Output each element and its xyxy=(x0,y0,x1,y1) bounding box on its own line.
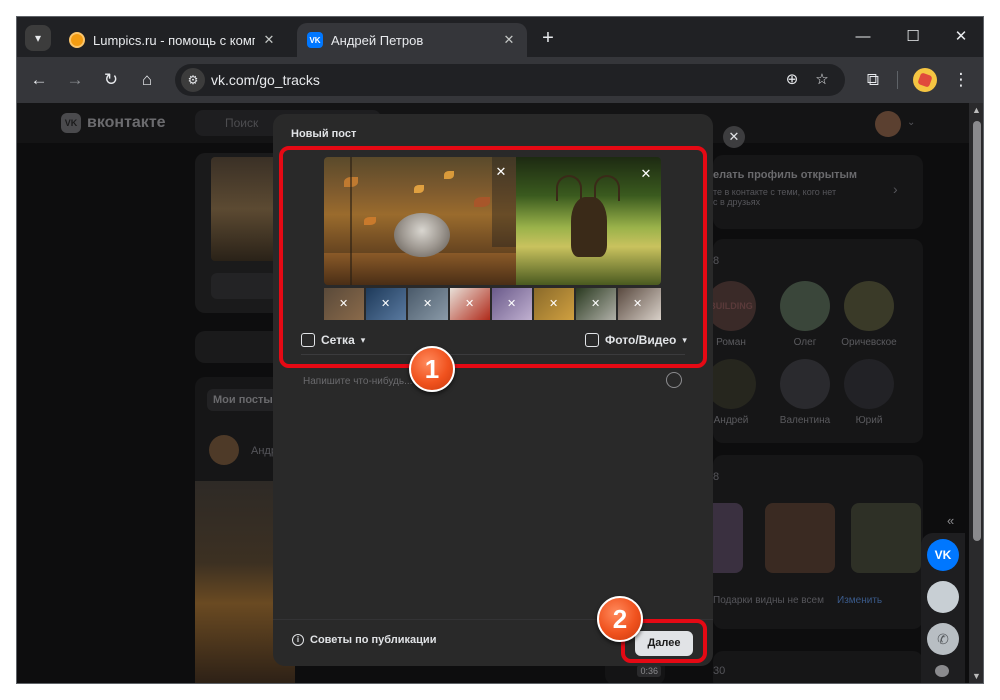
minimize-button[interactable]: — xyxy=(849,25,877,49)
chat-bubble-icon[interactable] xyxy=(935,665,949,677)
tab-search-button[interactable]: ▾ xyxy=(25,25,51,51)
url-text: vk.com/go_tracks xyxy=(211,72,320,88)
profile-action-button[interactable] xyxy=(211,273,277,299)
maximize-button[interactable]: ☐ xyxy=(899,25,927,49)
post-author-avatar[interactable] xyxy=(209,435,239,465)
profile-open-subtitle: те в контакте с теми, кого нет с в друзь… xyxy=(713,187,837,207)
emoji-icon[interactable] xyxy=(666,372,682,388)
profile-photo[interactable] xyxy=(211,157,277,261)
modal-title: Новый пост xyxy=(291,128,357,140)
gifts-count: 8 xyxy=(713,471,720,483)
close-modal-icon[interactable]: ✕ xyxy=(723,126,745,148)
gifts-note: Подарки видны не всем xyxy=(713,595,824,606)
friend-valentina[interactable]: Валентина xyxy=(775,359,835,426)
forward-button[interactable]: → xyxy=(63,68,87,92)
vk-messenger-icon[interactable]: VK xyxy=(927,539,959,571)
step-badge-1: 1 xyxy=(409,346,455,392)
videos-card: 30 xyxy=(713,651,923,683)
friend-name: Юрий xyxy=(855,415,883,426)
chevron-down-icon: ▾ xyxy=(34,31,42,45)
gifts-card: 8 Подарки видны не всем Изменить xyxy=(703,455,923,629)
tab-lumpics[interactable]: Lumpics.ru - помощь с компьютером ✕ xyxy=(59,23,287,57)
friend-avatar xyxy=(780,359,830,409)
back-button[interactable]: ← xyxy=(27,68,51,92)
friend-name: Оричевское xyxy=(841,337,897,348)
friend-avatar xyxy=(780,281,830,331)
zoom-icon[interactable]: ⊕ xyxy=(781,69,803,91)
reload-button[interactable]: ↻ xyxy=(99,68,123,92)
header-avatar[interactable] xyxy=(875,111,901,137)
friend-orichevskoe[interactable]: Оричевское xyxy=(839,281,899,348)
profile-open-card[interactable]: елать профиль открытым те в контакте с т… xyxy=(713,155,923,229)
friends-card: 8 BUILDING Роман Олег Оричевское Андрей … xyxy=(706,239,923,443)
scroll-thumb[interactable] xyxy=(973,121,981,541)
step-badge-2: 2 xyxy=(597,596,643,642)
gift-item[interactable] xyxy=(851,503,921,573)
phone-icon[interactable]: ✆ xyxy=(927,623,959,655)
tab-title: Андрей Петров xyxy=(331,32,424,48)
chevron-right-icon: › xyxy=(893,181,898,197)
tab-vk-profile[interactable]: VK Андрей Петров ✕ xyxy=(297,23,527,57)
friend-avatar xyxy=(844,359,894,409)
friend-oleg[interactable]: Олег xyxy=(775,281,835,348)
friend-avatar xyxy=(844,281,894,331)
close-icon[interactable]: ✕ xyxy=(501,32,517,48)
window-close-button[interactable]: ✕ xyxy=(947,25,975,49)
my-posts-tab[interactable]: Мои посты xyxy=(207,389,279,411)
highlight-photos-area xyxy=(279,146,707,368)
scroll-up-arrow[interactable]: ▲ xyxy=(972,105,981,115)
menu-kebab-icon[interactable]: ⋮ xyxy=(949,68,973,92)
browser-window: ▾ Lumpics.ru - помощь с компьютером ✕ VK… xyxy=(16,16,984,684)
vk-logo-text: вконтакте xyxy=(87,114,166,131)
browser-toolbar: ← → ↻ ⌂ ⚙ vk.com/go_tracks ⊕ ☆ ⧉ ⋮ xyxy=(17,57,983,103)
bookmark-star-icon[interactable]: ☆ xyxy=(811,69,833,91)
messenger-side-panel: VK ✆ xyxy=(921,533,965,683)
vk-logo-icon: VK xyxy=(61,113,81,133)
page-scrollbar[interactable]: ▲ ▼ xyxy=(969,103,983,683)
address-bar[interactable]: ⚙ vk.com/go_tracks ⊕ ☆ xyxy=(175,64,845,96)
extensions-icon[interactable]: ⧉ xyxy=(861,68,885,92)
profile-open-title: елать профиль открытым xyxy=(713,169,858,181)
browser-profile-avatar[interactable] xyxy=(913,68,937,92)
info-icon: i xyxy=(292,634,304,646)
friend-name: Олег xyxy=(793,337,817,348)
tab-strip: ▾ Lumpics.ru - помощь с компьютером ✕ VK… xyxy=(17,17,983,57)
publication-tips-link[interactable]: i Советы по публикации xyxy=(292,634,436,646)
videos-count: 30 xyxy=(713,665,726,677)
new-tab-button[interactable]: + xyxy=(537,27,559,49)
vk-logo[interactable]: VK вконтакте xyxy=(61,113,166,133)
collapse-icon[interactable]: « xyxy=(947,513,954,528)
tab-title: Lumpics.ru - помощь с компьютером xyxy=(93,32,255,48)
friend-avatar xyxy=(706,359,756,409)
chevron-down-icon[interactable]: ⌄ xyxy=(907,117,915,128)
next-button[interactable]: Далее xyxy=(635,631,693,656)
toolbar-divider xyxy=(897,71,898,89)
close-icon[interactable]: ✕ xyxy=(261,32,277,48)
lumpics-favicon-icon xyxy=(69,32,85,48)
friends-count: 8 xyxy=(713,255,720,267)
chat-avatar[interactable] xyxy=(927,581,959,613)
friend-name: Валентина xyxy=(779,415,831,426)
friend-yuri[interactable]: Юрий xyxy=(839,359,899,426)
gifts-change-link[interactable]: Изменить xyxy=(837,595,882,606)
home-button[interactable]: ⌂ xyxy=(135,68,159,92)
tips-label: Советы по публикации xyxy=(310,634,437,646)
video-duration: 0:36 xyxy=(637,665,661,677)
site-info-icon[interactable]: ⚙ xyxy=(181,68,205,92)
gift-item[interactable] xyxy=(765,503,835,573)
scroll-down-arrow[interactable]: ▼ xyxy=(972,671,981,681)
vk-favicon-icon: VK xyxy=(307,32,323,48)
post-text-input[interactable]: Напишите что-нибудь... xyxy=(303,376,412,387)
friend-avatar: BUILDING xyxy=(706,281,756,331)
